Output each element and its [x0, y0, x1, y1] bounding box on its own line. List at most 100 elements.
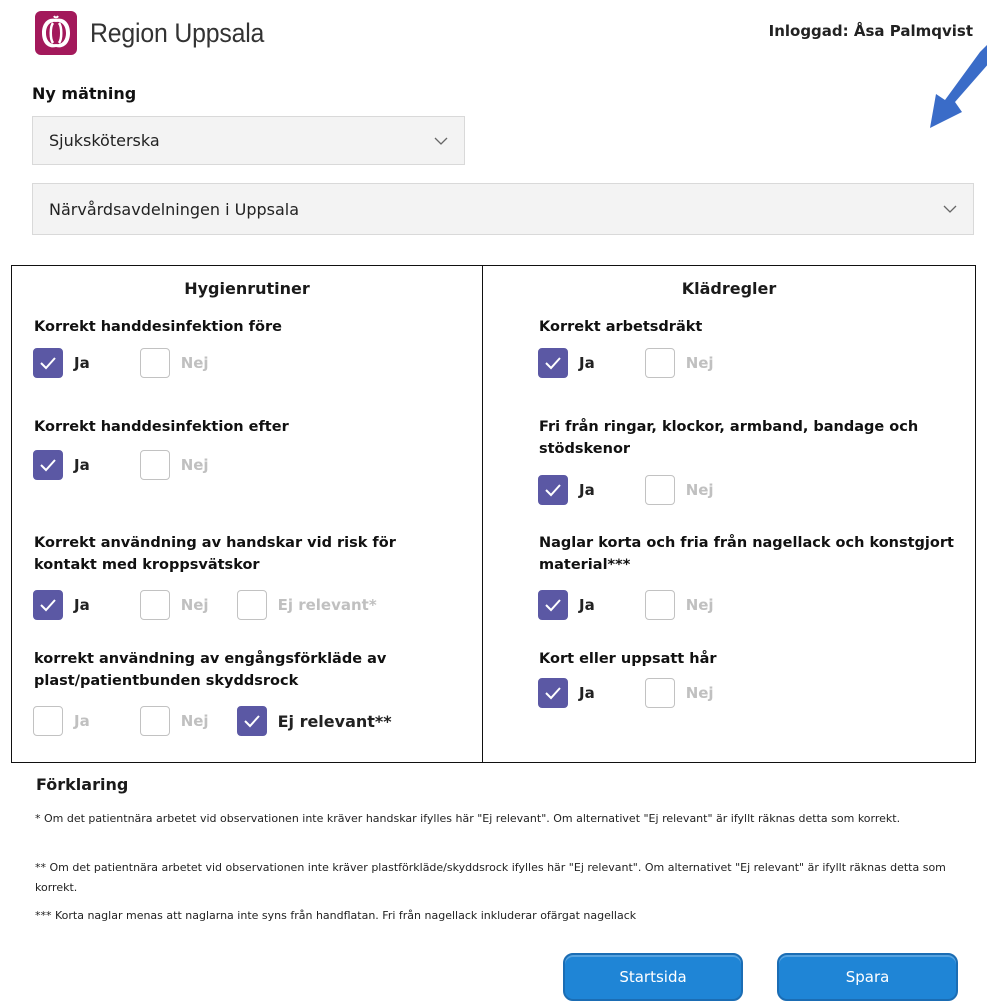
option-ej-relevant[interactable]: Ej relevant**: [236, 706, 392, 736]
option-label: Nej: [685, 596, 714, 614]
option-label: Ja: [579, 684, 595, 702]
checkbox[interactable]: [644, 348, 675, 378]
checkbox[interactable]: [538, 678, 568, 708]
option-label: Nej: [685, 481, 714, 499]
option-label: Ja: [74, 456, 90, 474]
option-ja[interactable]: Ja: [538, 475, 595, 505]
checkmark-icon: [40, 357, 56, 370]
option-ej-relevant[interactable]: Ej relevant*: [236, 590, 377, 620]
option-ja[interactable]: Ja: [33, 348, 90, 378]
option-label: Ej relevant**: [277, 711, 392, 731]
chevron-down-icon: [943, 205, 957, 213]
hygiene-title: Hygienrutiner: [184, 279, 310, 298]
option-ja[interactable]: Ja: [33, 590, 90, 620]
checkbox[interactable]: [644, 678, 675, 708]
options-hand-after: Ja Nej: [33, 450, 239, 480]
option-ja[interactable]: Ja: [538, 678, 595, 708]
option-label: Nej: [180, 596, 209, 614]
checkbox[interactable]: [33, 450, 63, 480]
option-label: Ja: [579, 481, 595, 499]
option-nej[interactable]: Nej: [644, 475, 714, 505]
explanation-note-3: *** Korta naglar menas att naglarna inte…: [35, 909, 637, 922]
option-label: Ej relevant*: [277, 596, 377, 614]
option-label: Ja: [74, 596, 90, 614]
option-ja[interactable]: Ja: [33, 450, 90, 480]
checkbox[interactable]: [33, 348, 63, 378]
checkbox[interactable]: [139, 348, 170, 378]
pointer-arrow-icon: [930, 45, 987, 128]
checkbox[interactable]: [139, 706, 170, 736]
logo-text: Region Uppsala: [90, 17, 265, 48]
checkbox[interactable]: [538, 348, 568, 378]
option-nej[interactable]: Nej: [139, 348, 209, 378]
option-nej[interactable]: Nej: [139, 706, 209, 736]
department-select-value: Närvårdsavdelningen i Uppsala: [49, 199, 300, 219]
explanation-note-2: ** Om det patientnära arbetet vid observ…: [35, 861, 946, 894]
checkbox[interactable]: [644, 590, 675, 620]
option-ja[interactable]: Ja: [538, 590, 595, 620]
options-jewelry: Ja Nej: [538, 475, 744, 505]
option-nej[interactable]: Nej: [139, 450, 209, 480]
explanation-note-1: * Om det patientnära arbetet vid observa…: [35, 812, 901, 825]
role-select[interactable]: Sjuksköterska: [32, 116, 465, 165]
checkbox[interactable]: [538, 590, 568, 620]
checkbox[interactable]: [236, 590, 267, 620]
option-label: Ja: [74, 354, 90, 372]
checkbox[interactable]: [538, 475, 568, 505]
region-logo: Region Uppsala: [33, 9, 279, 57]
checkmark-icon: [545, 599, 561, 612]
start-page-button[interactable]: Startsida: [563, 953, 743, 1001]
option-nej[interactable]: Nej: [644, 678, 714, 708]
department-select[interactable]: Närvårdsavdelningen i Uppsala: [32, 183, 974, 235]
question-hand-before: Korrekt handdesinfektion före: [34, 319, 282, 335]
options-nails: Ja Nej: [538, 590, 744, 620]
hygiene-column: Hygienrutiner Korrekt handdesinfektion f…: [12, 266, 483, 762]
question-hand-after: Korrekt handdesinfektion efter: [34, 419, 289, 435]
clothing-column: Klädregler Korrekt arbetsdräkt Ja Nej Fr…: [483, 266, 975, 762]
checkbox[interactable]: [139, 590, 170, 620]
checkmark-icon: [40, 599, 56, 612]
question-apron: korrekt användning av engångsförkläde av…: [34, 651, 387, 689]
option-label: Nej: [180, 354, 209, 372]
checkmark-icon: [243, 715, 260, 728]
logged-in-user: Inloggad: Åsa Palmqvist: [768, 22, 973, 40]
new-measurement-title: Ny mätning: [32, 84, 137, 103]
role-select-value: Sjuksköterska: [49, 131, 160, 150]
checkmark-icon: [545, 484, 561, 497]
save-button[interactable]: Spara: [777, 953, 958, 1001]
options-gloves: Ja Nej Ej relevant*: [33, 590, 407, 620]
question-nails: Naglar korta och fria från nagellack och…: [539, 535, 954, 573]
checkmark-icon: [545, 357, 561, 370]
options-apron: Ja Nej Ej relevant**: [33, 706, 422, 736]
option-label: Nej: [180, 712, 209, 730]
option-nej[interactable]: Nej: [644, 590, 714, 620]
option-label: Ja: [74, 712, 90, 730]
options-workwear: Ja Nej: [538, 348, 744, 378]
option-nej[interactable]: Nej: [644, 348, 714, 378]
option-ja[interactable]: Ja: [33, 706, 90, 736]
question-gloves: Korrekt användning av handskar vid risk …: [34, 535, 396, 573]
clothing-title: Klädregler: [681, 279, 777, 298]
question-jewelry: Fri från ringar, klockor, armband, banda…: [539, 419, 919, 457]
region-uppsala-logo-icon: [35, 11, 77, 55]
question-workwear: Korrekt arbetsdräkt: [539, 319, 703, 335]
option-label: Nej: [685, 684, 714, 702]
checkbox[interactable]: [33, 706, 63, 736]
option-ja[interactable]: Ja: [538, 348, 595, 378]
option-nej[interactable]: Nej: [139, 590, 209, 620]
option-label: Ja: [579, 596, 595, 614]
checkmark-icon: [545, 687, 561, 700]
explanation-title: Förklaring: [36, 775, 129, 794]
checkmark-icon: [40, 459, 56, 472]
options-hair: Ja Nej: [538, 678, 744, 708]
checkbox[interactable]: [33, 590, 63, 620]
chevron-down-icon: [434, 137, 448, 145]
option-label: Ja: [579, 354, 595, 372]
option-label: Nej: [685, 354, 714, 372]
option-label: Nej: [180, 456, 209, 474]
checkbox[interactable]: [236, 706, 267, 736]
checkbox[interactable]: [139, 450, 170, 480]
checkbox[interactable]: [644, 475, 675, 505]
question-hair: Kort eller uppsatt hår: [539, 651, 717, 667]
checklist-grid: Hygienrutiner Korrekt handdesinfektion f…: [11, 265, 976, 763]
